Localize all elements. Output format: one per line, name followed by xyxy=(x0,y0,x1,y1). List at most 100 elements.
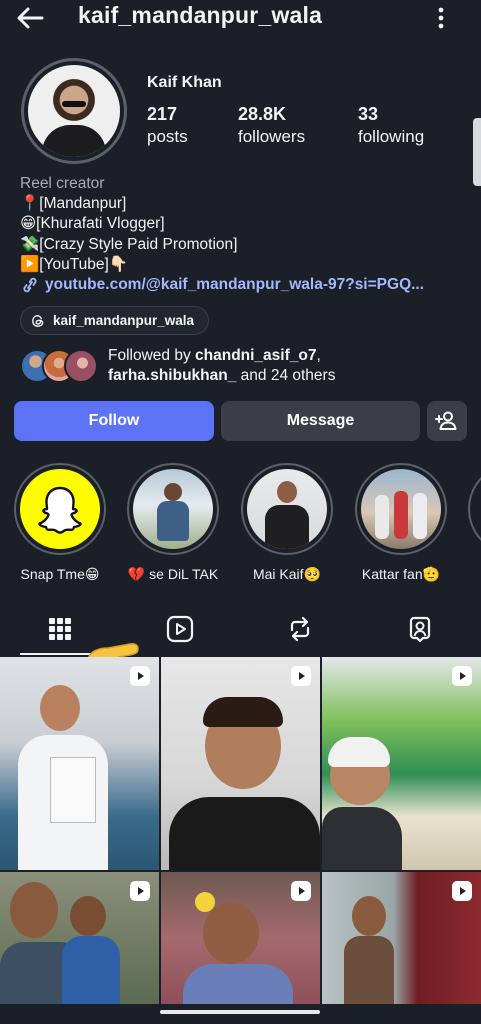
bio-link[interactable]: youtube.com/@kaif_mandanpur_wala-97?si=P… xyxy=(20,275,470,295)
post-person xyxy=(70,896,106,936)
highlight-label: 💔 se DiL TAK xyxy=(127,566,219,582)
stat-following[interactable]: 33 following xyxy=(358,104,424,147)
post-thumbnail[interactable] xyxy=(161,657,320,870)
post-person xyxy=(352,896,386,936)
suggest-users-button[interactable] xyxy=(427,401,467,441)
highlight-dil[interactable]: 💔 se DiL TAK xyxy=(127,463,219,583)
top-bar: kaif_mandanpur_wala xyxy=(0,0,481,40)
stat-posts[interactable]: 217 posts xyxy=(147,104,188,147)
threads-handle: kaif_mandanpur_wala xyxy=(53,313,195,328)
reel-badge-icon xyxy=(452,666,472,686)
highlight-label: Snap Tme😁 xyxy=(20,566,100,582)
bio-category: Reel creator xyxy=(20,175,105,192)
side-scroll-handle[interactable] xyxy=(473,118,481,186)
followed-by-prefix: Followed by xyxy=(108,347,196,364)
stat-followers-label: followers xyxy=(238,127,306,146)
posts-grid xyxy=(0,657,481,1024)
follow-button[interactable]: Follow xyxy=(14,401,214,441)
post-person xyxy=(10,882,58,938)
stat-following-value: 33 xyxy=(358,104,379,124)
post-person xyxy=(40,685,80,731)
profile-username: kaif_mandanpur_wala xyxy=(78,2,323,28)
highlight-cover xyxy=(247,469,327,549)
reels-icon xyxy=(166,615,194,643)
highlight-ring xyxy=(14,463,106,555)
post-person-body xyxy=(183,964,293,1004)
person-figure xyxy=(164,483,182,501)
post-thumbnail[interactable] xyxy=(322,872,481,1004)
grid-icon xyxy=(49,618,71,640)
follower-avatar xyxy=(64,349,98,383)
link-icon xyxy=(23,277,37,293)
bio-line: 😁[Khurafati Vlogger] xyxy=(20,215,165,233)
reel-badge-icon xyxy=(452,881,472,901)
stat-following-label: following xyxy=(358,127,425,146)
post-thumbnail[interactable] xyxy=(0,872,159,1004)
reel-badge-icon xyxy=(130,881,150,901)
tab-reposts[interactable] xyxy=(240,602,360,656)
post-person-body xyxy=(62,936,120,1004)
followed-by-user-1[interactable]: chandni_asif_o7 xyxy=(195,347,316,364)
stat-posts-label: posts xyxy=(147,127,188,146)
person-figure xyxy=(277,481,297,503)
followed-by-suffix: and 24 others xyxy=(236,367,336,384)
highlight-label: Mai Kaif🥺 xyxy=(252,566,321,582)
post-thumbnail[interactable] xyxy=(0,657,159,870)
stat-posts-value: 217 xyxy=(147,104,178,124)
stat-followers-value: 28.8K xyxy=(238,104,287,124)
post-person-cap xyxy=(328,737,390,767)
profile-avatar[interactable] xyxy=(21,58,127,164)
highlight-mai-kaif[interactable]: Mai Kaif🥺 xyxy=(241,463,333,583)
profile-tabs xyxy=(0,602,481,656)
person-body xyxy=(157,501,189,541)
highlight-kattar-fan[interactable]: Kattar fan🫡 xyxy=(355,463,447,583)
group-person xyxy=(375,495,389,539)
post-thumbnail[interactable] xyxy=(161,872,320,1004)
post-person-body xyxy=(322,807,402,870)
stat-followers[interactable]: 28.8K followers xyxy=(238,104,305,147)
display-name: Kaif Khan xyxy=(147,74,222,91)
add-user-icon xyxy=(435,411,457,430)
bio-line: 💸[Crazy Style Paid Promotion] xyxy=(20,235,238,253)
post-person xyxy=(203,902,259,964)
post-person-body xyxy=(169,797,320,870)
group-person xyxy=(394,491,408,539)
highlight-cover xyxy=(20,469,100,549)
highlight-partial[interactable] xyxy=(468,463,481,555)
post-paper xyxy=(50,757,96,823)
post-person-hair xyxy=(203,697,283,727)
followed-by-separator: , xyxy=(316,347,321,364)
bio: Reel creator 📍[Mandanpur] 😁[Khurafati Vl… xyxy=(20,174,470,295)
highlight-label: Kattar fan🫡 xyxy=(361,566,441,582)
highlight-cover xyxy=(361,469,441,549)
highlight-snap[interactable]: Snap Tme😁 xyxy=(14,463,106,583)
tab-tagged[interactable] xyxy=(360,602,480,656)
arrow-left-icon[interactable] xyxy=(14,4,46,32)
message-button[interactable]: Message xyxy=(221,401,420,441)
avatar-torso xyxy=(42,125,106,157)
avatar-glasses xyxy=(62,101,86,107)
highlight-ring xyxy=(241,463,333,555)
tagged-icon xyxy=(409,616,431,643)
more-vertical-icon[interactable] xyxy=(432,5,450,31)
avatar-image xyxy=(28,65,120,157)
post-thumbnail[interactable] xyxy=(322,657,481,870)
followed-by[interactable]: Followed by chandni_asif_o7, farha.shibuk… xyxy=(20,346,335,386)
home-indicator[interactable] xyxy=(160,1010,320,1014)
bio-link-text: youtube.com/@kaif_mandanpur_wala-97?si=P… xyxy=(45,276,425,294)
snapchat-ghost-icon xyxy=(38,486,82,534)
highlight-ring xyxy=(355,463,447,555)
post-person-body xyxy=(344,936,394,1004)
followed-by-user-2[interactable]: farha.shibukhan_ xyxy=(108,367,236,384)
threads-badge[interactable]: kaif_mandanpur_wala xyxy=(20,306,210,335)
bio-line: ▶️[YouTube]👇🏻 xyxy=(20,255,129,273)
post-balloon xyxy=(195,892,215,912)
reel-badge-icon xyxy=(291,881,311,901)
highlight-ring xyxy=(468,463,481,555)
highlight-cover xyxy=(133,469,213,549)
threads-icon xyxy=(32,314,44,327)
reel-badge-icon xyxy=(130,666,150,686)
followed-by-text: Followed by chandni_asif_o7, farha.shibuk… xyxy=(108,346,335,386)
highlight-ring xyxy=(127,463,219,555)
bio-line: 📍[Mandanpur] xyxy=(20,195,127,213)
